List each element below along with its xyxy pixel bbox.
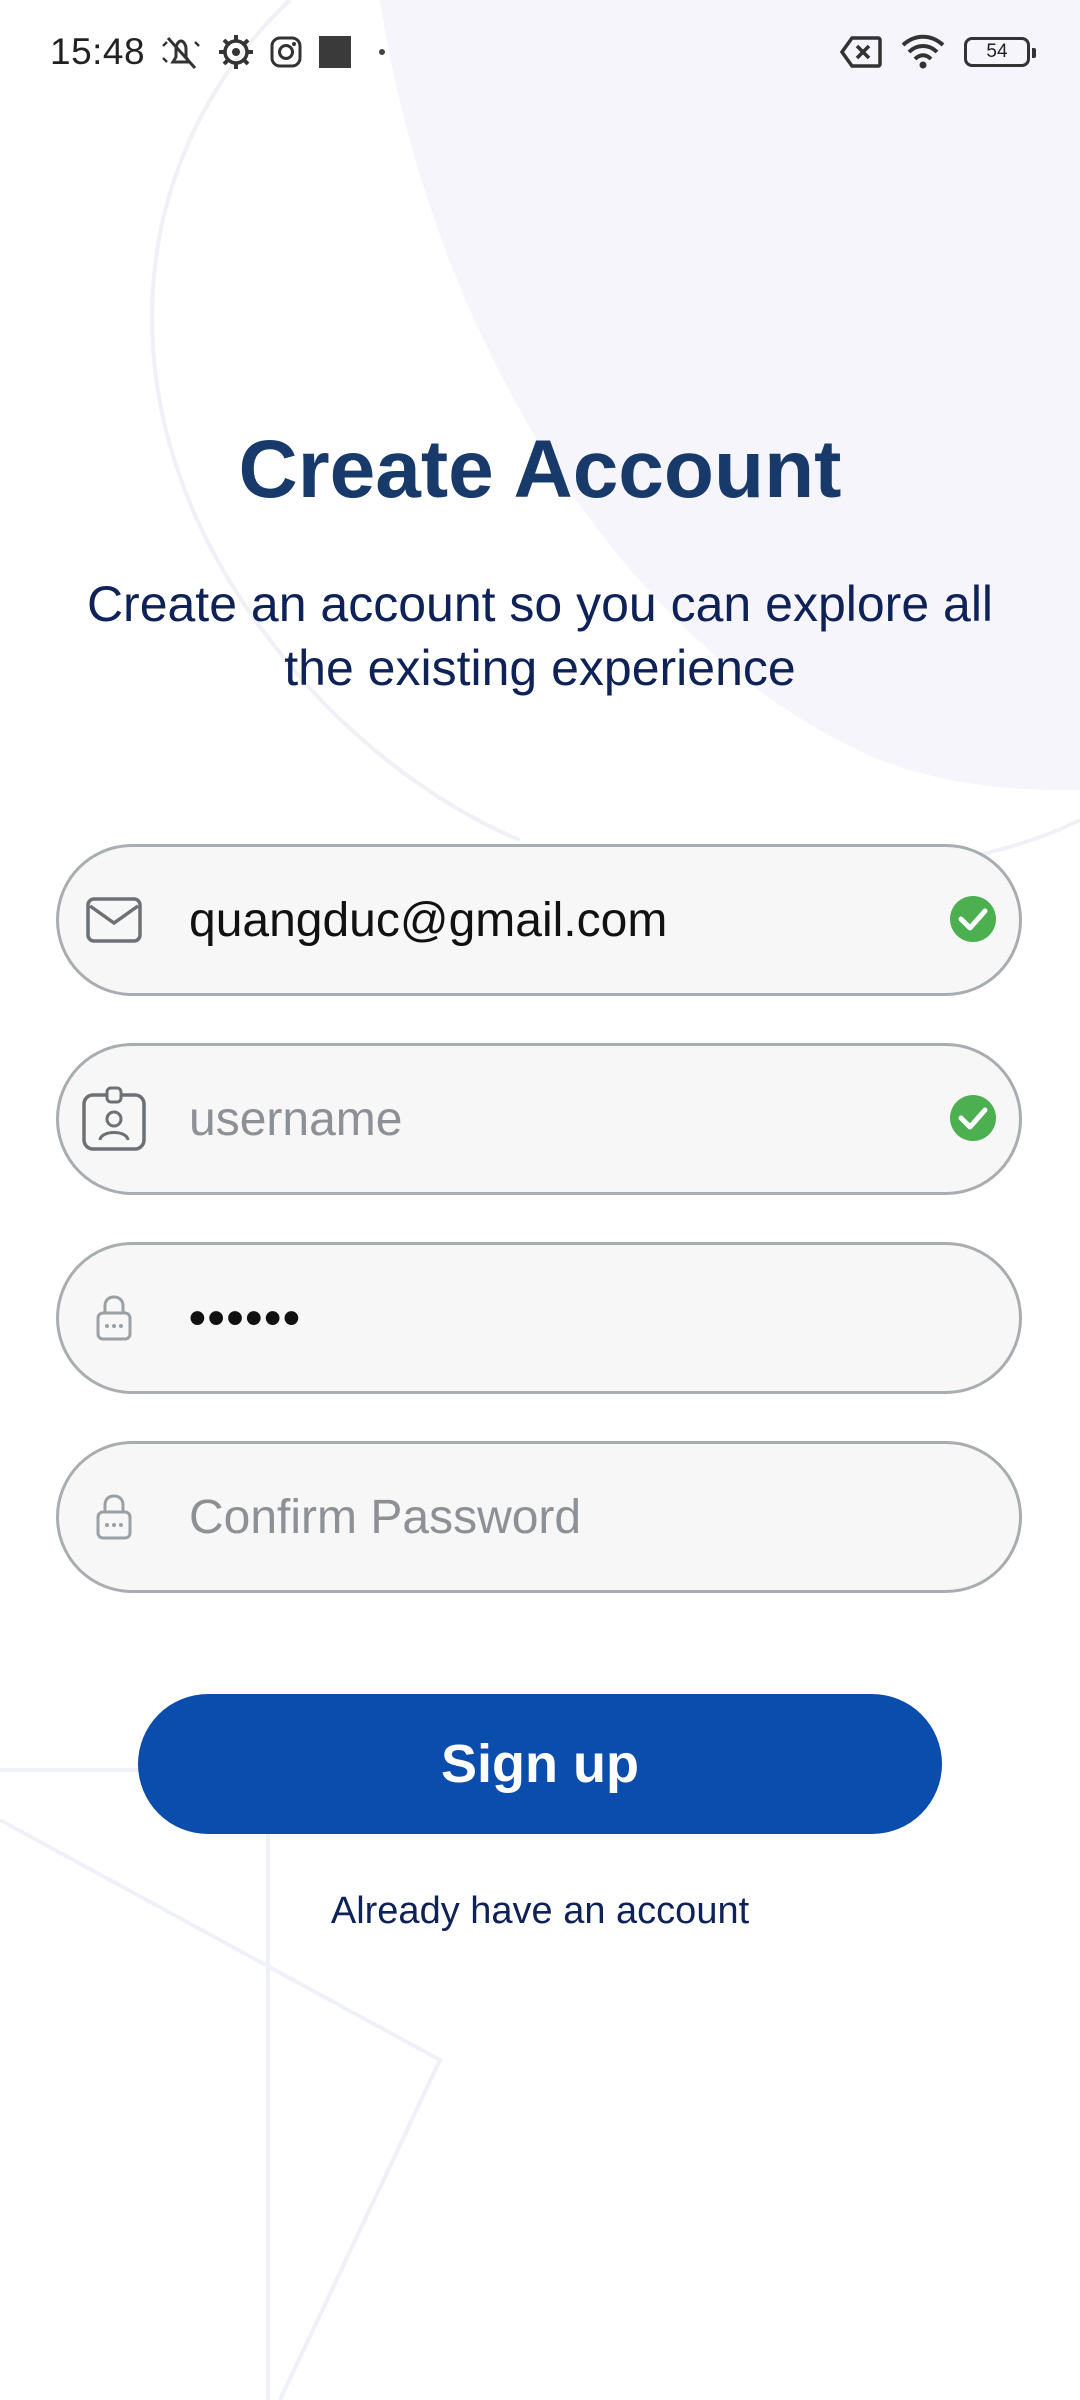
- wifi-icon: [900, 34, 946, 70]
- email-field[interactable]: quangduc@gmail.com: [56, 844, 1022, 996]
- mail-icon: [81, 887, 147, 953]
- username-field[interactable]: username: [56, 1043, 1022, 1195]
- check-icon: [949, 895, 997, 943]
- page-subtitle: Create an account so you can explore all…: [86, 576, 994, 696]
- square-notification-icon: [317, 34, 353, 70]
- background-decoration: [0, 0, 1080, 2400]
- password-field[interactable]: ••••••: [56, 1242, 1022, 1394]
- page-title: Create Account: [238, 424, 842, 515]
- battery-icon: 54: [964, 37, 1036, 67]
- confirm-password-field[interactable]: Confirm Password: [56, 1441, 1022, 1593]
- lock-icon: [81, 1285, 147, 1351]
- password-value: ••••••: [189, 1291, 302, 1345]
- dot-icon: [377, 47, 387, 57]
- no-sim-icon: [840, 35, 882, 69]
- status-time: 15:48: [50, 31, 146, 72]
- confirm-password-placeholder: Confirm Password: [189, 1490, 582, 1544]
- id-badge-icon: [81, 1086, 147, 1152]
- signup-button[interactable]: Sign up: [138, 1694, 942, 1834]
- username-placeholder: username: [189, 1092, 403, 1146]
- mute-icon: [159, 32, 203, 72]
- lock-icon: [81, 1484, 147, 1550]
- instagram-icon: [269, 35, 303, 69]
- status-bar: 15:48 54: [0, 0, 1080, 104]
- settings-icon: [217, 33, 255, 71]
- create-account-screen: 15:48 54 Create Account Create an accoun…: [0, 0, 1080, 2400]
- check-icon: [949, 1094, 997, 1142]
- login-link[interactable]: Already have an account: [0, 1890, 1080, 1933]
- email-value: quangduc@gmail.com: [189, 893, 668, 947]
- battery-level: 54: [986, 41, 1008, 62]
